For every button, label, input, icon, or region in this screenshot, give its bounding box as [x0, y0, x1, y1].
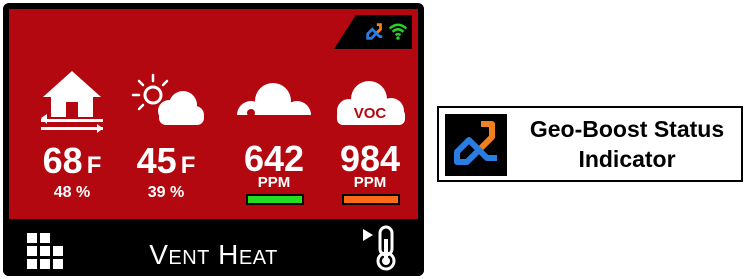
outdoor-temperature-unit: F	[180, 152, 196, 179]
co2-status-bar	[246, 194, 304, 205]
legend-text: Geo-Boost Status Indicator	[529, 116, 725, 172]
voc-unit: PPM	[353, 174, 387, 191]
geo-boost-icon	[366, 23, 383, 40]
co2-tile[interactable]: CO₂ 642 PPM	[231, 69, 317, 209]
indoor-temperature-unit: F	[86, 152, 102, 179]
outdoor-humidity: 39 %	[147, 184, 185, 201]
wifi-icon	[388, 23, 408, 40]
status-tab	[334, 15, 412, 49]
co2-value: 642	[243, 138, 305, 179]
outdoor-tile[interactable]: 45 F 39 %	[123, 69, 209, 209]
voc-cloud-icon	[337, 81, 405, 125]
indoor-temperature: 68 F	[42, 140, 102, 181]
voc-status-bar	[342, 194, 400, 205]
bottom-bar: Vent Heat	[3, 219, 424, 276]
indoor-humidity: 48 %	[53, 184, 91, 201]
voc-label: VOC	[353, 105, 387, 122]
co2-unit: PPM	[257, 174, 291, 191]
thermostat-device: 68 F 48 % 45 F 39 % CO₂ 642 PPM VOC 984 …	[3, 3, 424, 276]
outdoor-temperature: 45 F	[136, 140, 196, 181]
indoor-tile[interactable]: 68 F 48 %	[29, 69, 115, 209]
house-icon	[41, 71, 103, 133]
geo-boost-logo-icon	[445, 114, 507, 176]
geo-boost-legend: Geo-Boost Status Indicator	[437, 106, 743, 182]
co2-label: CO₂	[259, 91, 289, 108]
partly-sunny-icon	[131, 73, 204, 125]
display-screen: 68 F 48 % 45 F 39 % CO₂ 642 PPM VOC 984 …	[9, 9, 418, 219]
thermometer-icon[interactable]	[361, 225, 403, 271]
voc-tile[interactable]: VOC 984 PPM	[327, 69, 413, 209]
voc-value: 984	[339, 138, 401, 179]
